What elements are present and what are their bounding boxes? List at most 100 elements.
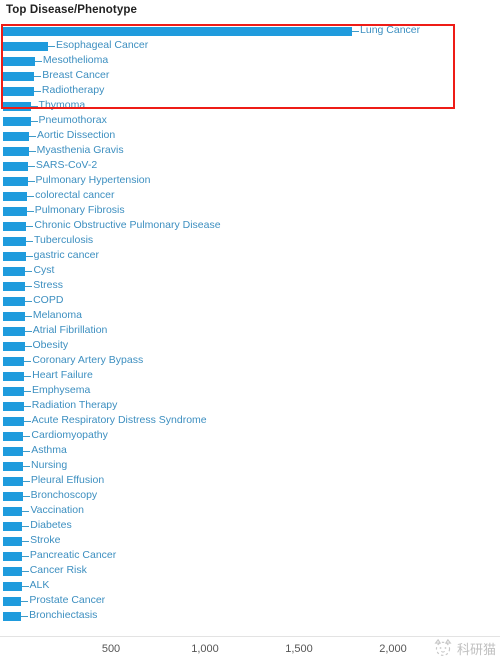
- leader-line: [22, 511, 30, 512]
- bar-row[interactable]: Cyst: [0, 264, 500, 279]
- bar-row[interactable]: Pancreatic Cancer: [0, 549, 500, 564]
- bar[interactable]: [3, 297, 26, 306]
- bar[interactable]: [3, 192, 28, 201]
- bar[interactable]: [3, 312, 25, 321]
- bar[interactable]: [3, 57, 35, 66]
- bar[interactable]: [3, 372, 25, 381]
- bar[interactable]: [3, 267, 26, 276]
- bar[interactable]: [3, 462, 24, 471]
- bar[interactable]: [3, 537, 23, 546]
- bar[interactable]: [3, 117, 31, 126]
- bar-row[interactable]: Obesity: [0, 339, 500, 354]
- bar-category-label: Bronchoscopy: [30, 489, 98, 501]
- bar[interactable]: [3, 552, 22, 561]
- bar[interactable]: [3, 402, 24, 411]
- bar-row[interactable]: Stroke: [0, 534, 500, 549]
- bar-row[interactable]: Bronchoscopy: [0, 489, 500, 504]
- bar-row[interactable]: Atrial Fibrillation: [0, 324, 500, 339]
- x-axis-tick-label: 2,000: [379, 643, 407, 655]
- bar-row[interactable]: Nursing: [0, 459, 500, 474]
- bar[interactable]: [3, 522, 23, 531]
- bar-row[interactable]: Pulmonary Fibrosis: [0, 204, 500, 219]
- bar[interactable]: [3, 27, 353, 36]
- bar-row[interactable]: ALK: [0, 579, 500, 594]
- bar-row[interactable]: Diabetes: [0, 519, 500, 534]
- leader-line: [22, 481, 30, 482]
- bar-row[interactable]: Thymoma: [0, 99, 500, 114]
- bar-row[interactable]: Radiation Therapy: [0, 399, 500, 414]
- bar-category-label: Cardiomyopathy: [31, 429, 108, 441]
- bar[interactable]: [3, 342, 25, 351]
- bar[interactable]: [3, 72, 35, 81]
- bar[interactable]: [3, 42, 49, 51]
- bar-category-label: Cyst: [33, 264, 55, 276]
- bar[interactable]: [3, 612, 22, 621]
- bar-row[interactable]: Prostate Cancer: [0, 594, 500, 609]
- leader-line: [21, 616, 29, 617]
- bar-row[interactable]: Mesothelioma: [0, 54, 500, 69]
- leader-line: [25, 256, 33, 257]
- bar-row[interactable]: Melanoma: [0, 309, 500, 324]
- bar[interactable]: [3, 357, 25, 366]
- bar[interactable]: [3, 102, 31, 111]
- bar[interactable]: [3, 87, 34, 96]
- bar-row[interactable]: Cardiomyopathy: [0, 429, 500, 444]
- bar[interactable]: [3, 432, 24, 441]
- bar-category-label: Vaccination: [30, 504, 84, 516]
- bar[interactable]: [3, 492, 23, 501]
- bar[interactable]: [3, 222, 27, 231]
- bar[interactable]: [3, 147, 29, 156]
- bar-row[interactable]: Pulmonary Hypertension: [0, 174, 500, 189]
- bar[interactable]: [3, 507, 23, 516]
- bar-row[interactable]: Myasthenia Gravis: [0, 144, 500, 159]
- bar[interactable]: [3, 282, 26, 291]
- bar-category-label: Mesothelioma: [42, 54, 109, 66]
- bar-row[interactable]: Heart Failure: [0, 369, 500, 384]
- bar[interactable]: [3, 237, 27, 246]
- bar-row[interactable]: Pneumothorax: [0, 114, 500, 129]
- leader-line: [352, 31, 360, 32]
- bar-row[interactable]: SARS-CoV-2: [0, 159, 500, 174]
- bar-row[interactable]: COPD: [0, 294, 500, 309]
- leader-line: [24, 376, 32, 377]
- bar-row[interactable]: Tuberculosis: [0, 234, 500, 249]
- bar[interactable]: [3, 327, 25, 336]
- bar-row[interactable]: Esophageal Cancer: [0, 39, 500, 54]
- bar[interactable]: [3, 252, 26, 261]
- bar-category-label: Chronic Obstructive Pulmonary Disease: [34, 219, 221, 231]
- leader-line: [22, 541, 30, 542]
- bar[interactable]: [3, 162, 28, 171]
- bar[interactable]: [3, 132, 30, 141]
- bar-row[interactable]: Vaccination: [0, 504, 500, 519]
- bar-row[interactable]: gastric cancer: [0, 249, 500, 264]
- bar-row[interactable]: Aortic Dissection: [0, 129, 500, 144]
- bar-row[interactable]: Lung Cancer: [0, 24, 500, 39]
- bar-row[interactable]: Breast Cancer: [0, 69, 500, 84]
- bar[interactable]: [3, 567, 22, 576]
- bar-row[interactable]: Pleural Effusion: [0, 474, 500, 489]
- bar-row[interactable]: Bronchiectasis: [0, 609, 500, 624]
- bar-category-label: Atrial Fibrillation: [32, 324, 108, 336]
- bar-category-label: gastric cancer: [33, 249, 99, 261]
- bar-row[interactable]: Stress: [0, 279, 500, 294]
- bar-row[interactable]: Asthma: [0, 444, 500, 459]
- bar[interactable]: [3, 582, 22, 591]
- bar-row[interactable]: Cancer Risk: [0, 564, 500, 579]
- bar[interactable]: [3, 447, 24, 456]
- bar[interactable]: [3, 597, 22, 606]
- bar-row[interactable]: Emphysema: [0, 384, 500, 399]
- bar-category-label: Radiation Therapy: [31, 399, 118, 411]
- bar[interactable]: [3, 177, 28, 186]
- bar-row[interactable]: Coronary Artery Bypass: [0, 354, 500, 369]
- bar[interactable]: [3, 387, 24, 396]
- bar-row[interactable]: Acute Respiratory Distress Syndrome: [0, 414, 500, 429]
- leader-line: [29, 136, 37, 137]
- bar[interactable]: [3, 417, 24, 426]
- bar-row[interactable]: Radiotherapy: [0, 84, 500, 99]
- bar[interactable]: [3, 477, 23, 486]
- leader-line: [25, 286, 33, 287]
- bar-row[interactable]: colorectal cancer: [0, 189, 500, 204]
- bar-row[interactable]: Chronic Obstructive Pulmonary Disease: [0, 219, 500, 234]
- cat-face-icon: [433, 638, 453, 657]
- bar[interactable]: [3, 207, 27, 216]
